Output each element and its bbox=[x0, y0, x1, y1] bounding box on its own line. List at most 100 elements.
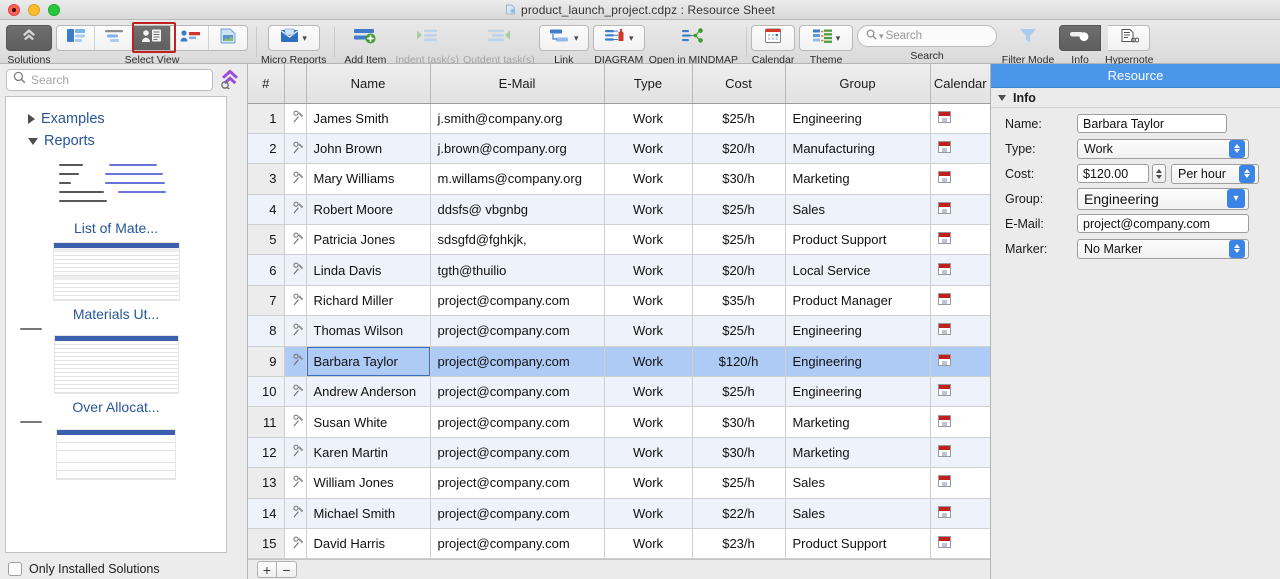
cell-email[interactable]: project@company.com bbox=[430, 346, 604, 376]
chevron-down-icon[interactable]: ▾ bbox=[1227, 189, 1245, 208]
column-header-cost[interactable]: Cost bbox=[692, 64, 785, 103]
cell-cost[interactable]: $25/h bbox=[692, 468, 785, 498]
cell-calendar[interactable] bbox=[930, 528, 990, 558]
theme-button[interactable]: ▾ bbox=[799, 25, 853, 51]
cell-calendar[interactable] bbox=[930, 498, 990, 528]
cell-email[interactable]: m.willams@company.org bbox=[430, 164, 604, 194]
resource-usage-view-button[interactable] bbox=[171, 26, 209, 50]
cell-calendar[interactable] bbox=[930, 316, 990, 346]
table-row[interactable]: 2John Brownj.brown@company.orgWork$20/hM… bbox=[248, 133, 990, 163]
resource-sheet-table[interactable]: # Name E-Mail Type Cost Group Calendar 1… bbox=[248, 64, 990, 579]
chevron-right-icon[interactable] bbox=[28, 114, 35, 124]
cell-type[interactable]: Work bbox=[604, 316, 692, 346]
table-row[interactable]: 5Patricia Jonessdsgfd@fghkjk,Work$25/hPr… bbox=[248, 225, 990, 255]
cell-type[interactable]: Work bbox=[604, 407, 692, 437]
table-row[interactable]: 10Andrew Andersonproject@company.comWork… bbox=[248, 377, 990, 407]
cell-calendar[interactable] bbox=[930, 285, 990, 315]
solutions-tree-list[interactable]: Examples Reports bbox=[5, 96, 227, 553]
only-installed-solutions-row[interactable]: Only Installed Solutions bbox=[8, 562, 160, 576]
open-in-mindmap-button[interactable] bbox=[663, 25, 723, 51]
cell-calendar[interactable] bbox=[930, 468, 990, 498]
micro-reports-button[interactable]: ▾ bbox=[268, 25, 320, 51]
cell-email[interactable]: project@company.com bbox=[430, 437, 604, 467]
report-view-button[interactable] bbox=[209, 26, 247, 50]
column-header-type[interactable]: Type bbox=[604, 64, 692, 103]
table-row[interactable]: 12Karen Martinproject@company.comWork$30… bbox=[248, 437, 990, 467]
cell-type[interactable]: Work bbox=[604, 103, 692, 133]
cell-email[interactable]: project@company.com bbox=[430, 498, 604, 528]
cell-email[interactable]: project@company.com bbox=[430, 285, 604, 315]
cost-unit-select[interactable]: Per hour bbox=[1171, 164, 1259, 184]
cell-calendar[interactable] bbox=[930, 346, 990, 376]
column-header-number[interactable]: # bbox=[248, 64, 284, 103]
marker-select-stepper-icon[interactable] bbox=[1229, 240, 1245, 258]
group-combo[interactable]: Engineering ▾ bbox=[1077, 188, 1249, 210]
type-select-stepper-icon[interactable] bbox=[1229, 140, 1245, 158]
sidebar-thumbnail-0[interactable]: List of Mate... bbox=[6, 164, 226, 236]
table-row[interactable]: 7Richard Millerproject@company.comWork$3… bbox=[248, 285, 990, 315]
timeline-view-button[interactable] bbox=[95, 26, 133, 50]
name-field[interactable]: Barbara Taylor bbox=[1077, 114, 1227, 133]
cell-email[interactable]: project@company.com bbox=[430, 468, 604, 498]
cell-calendar[interactable] bbox=[930, 437, 990, 467]
cell-name[interactable]: Richard Miller bbox=[306, 285, 430, 315]
cell-type[interactable]: Work bbox=[604, 468, 692, 498]
cell-email[interactable]: sdsgfd@fghkjk, bbox=[430, 225, 604, 255]
cell-name[interactable]: Robert Moore bbox=[306, 194, 430, 224]
cell-group[interactable]: Marketing bbox=[785, 407, 930, 437]
cell-type[interactable]: Work bbox=[604, 164, 692, 194]
cost-unit-stepper-icon[interactable] bbox=[1239, 165, 1255, 183]
add-item-button[interactable] bbox=[339, 25, 391, 51]
cell-type[interactable]: Work bbox=[604, 225, 692, 255]
filter-mode-button[interactable] bbox=[1001, 25, 1055, 51]
cell-group[interactable]: Product Support bbox=[785, 528, 930, 558]
link-button[interactable]: ▾ bbox=[539, 25, 589, 51]
cell-type[interactable]: Work bbox=[604, 377, 692, 407]
chevron-down-icon[interactable] bbox=[998, 95, 1006, 101]
marker-select[interactable]: No Marker bbox=[1077, 239, 1249, 259]
type-select[interactable]: Work bbox=[1077, 139, 1249, 159]
cell-email[interactable]: project@company.com bbox=[430, 528, 604, 558]
hypernote-button[interactable] bbox=[1108, 25, 1150, 51]
cell-name[interactable]: David Harris bbox=[306, 528, 430, 558]
cell-cost[interactable]: $25/h bbox=[692, 225, 785, 255]
cell-name[interactable]: James Smith bbox=[306, 103, 430, 133]
cell-group[interactable]: Marketing bbox=[785, 437, 930, 467]
table-row[interactable]: 4Robert Mooreddsfs@ vbgnbgWork$25/hSales bbox=[248, 194, 990, 224]
indent-button[interactable] bbox=[398, 25, 456, 51]
cell-type[interactable]: Work bbox=[604, 528, 692, 558]
cell-cost[interactable]: $25/h bbox=[692, 316, 785, 346]
cell-group[interactable]: Engineering bbox=[785, 346, 930, 376]
cell-group[interactable]: Product Support bbox=[785, 225, 930, 255]
column-header-name[interactable]: Name bbox=[306, 64, 430, 103]
cell-calendar[interactable] bbox=[930, 407, 990, 437]
cell-type[interactable]: Work bbox=[604, 194, 692, 224]
chevron-down-icon[interactable]: ▾ bbox=[302, 33, 307, 44]
cell-name[interactable]: Linda Davis bbox=[306, 255, 430, 285]
cell-cost[interactable]: $30/h bbox=[692, 407, 785, 437]
cell-cost[interactable]: $35/h bbox=[692, 285, 785, 315]
table-row[interactable]: 1James Smithj.smith@company.orgWork$25/h… bbox=[248, 103, 990, 133]
table-row[interactable]: 9Barbara Taylorproject@company.comWork$1… bbox=[248, 346, 990, 376]
cell-email[interactable]: j.brown@company.org bbox=[430, 133, 604, 163]
cell-name[interactable]: William Jones bbox=[306, 468, 430, 498]
sidebar-thumbnail-1[interactable]: Materials Ut... bbox=[6, 242, 226, 322]
toolbar-search-field[interactable]: ▾ Search bbox=[857, 25, 997, 47]
calendar-button[interactable] bbox=[751, 25, 795, 51]
cell-cost[interactable]: $25/h bbox=[692, 194, 785, 224]
cell-group[interactable]: Sales bbox=[785, 468, 930, 498]
chevron-down-icon[interactable] bbox=[28, 138, 38, 145]
cell-email[interactable]: tgth@thuilio bbox=[430, 255, 604, 285]
cell-calendar[interactable] bbox=[930, 225, 990, 255]
column-header-group[interactable]: Group bbox=[785, 64, 930, 103]
cell-name[interactable]: Michael Smith bbox=[306, 498, 430, 528]
cell-name[interactable]: Mary Williams bbox=[306, 164, 430, 194]
outdent-button[interactable] bbox=[466, 25, 532, 51]
cell-group[interactable]: Local Service bbox=[785, 255, 930, 285]
cell-group[interactable]: Engineering bbox=[785, 103, 930, 133]
sidebar-search-input[interactable]: Search bbox=[6, 69, 213, 91]
cell-type[interactable]: Work bbox=[604, 346, 692, 376]
cell-calendar[interactable] bbox=[930, 377, 990, 407]
cell-group[interactable]: Sales bbox=[785, 498, 930, 528]
cell-group[interactable]: Manufacturing bbox=[785, 133, 930, 163]
